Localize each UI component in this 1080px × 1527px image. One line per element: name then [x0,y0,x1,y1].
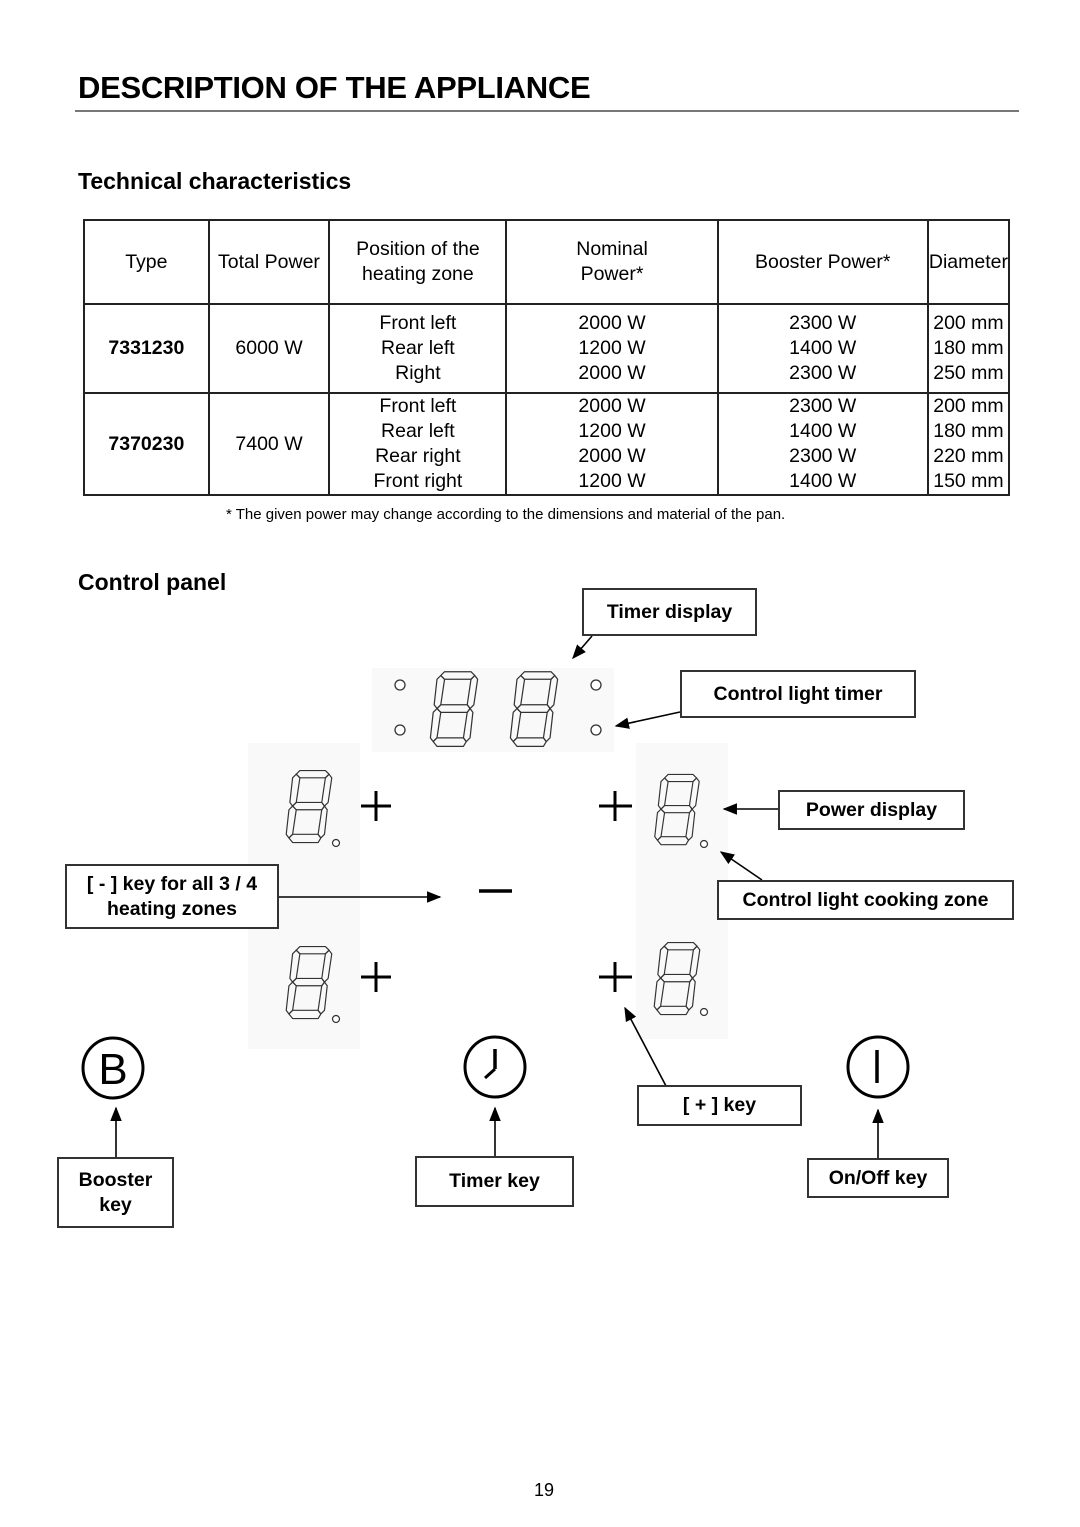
timer-digit-1 [429,671,479,747]
label-control-light-timer: Control light timer [680,670,916,718]
label-minus-key: [ - ] key for all 3 / 4 heating zones [65,864,279,929]
plus-key-front-left [361,962,391,992]
power-display-front-left [285,945,341,1024]
timer-light [590,679,602,691]
control-panel-diagram: B [81,635,910,1158]
booster-key: B [81,1036,145,1100]
page-number: 19 [534,1480,555,1500]
label-booster-key: Booster key [57,1157,174,1228]
zone-control-light [331,1014,341,1024]
onoff-key [846,1035,910,1099]
timer-digit-2 [509,671,559,747]
arrow-plus-key [624,1006,667,1087]
plus-key-rear-right [599,791,632,821]
zone-control-light [699,839,709,849]
label-timer-key: Timer key [415,1156,574,1207]
arrow-control-light-cooking-zone [719,851,763,881]
booster-key-glyph: B [98,1045,127,1094]
power-display-rear-right [654,773,709,849]
timer-light [590,724,602,736]
zone-control-light [331,838,341,848]
timer-key [463,1035,527,1099]
power-display-rear-left [285,769,341,848]
arrow-control-light-timer [614,711,681,729]
power-display-front-right [653,941,709,1017]
label-timer-display: Timer display [582,588,757,636]
timer-light [394,679,406,691]
timer-display [429,671,559,747]
label-plus-key: [ + ] key [637,1085,802,1126]
zone-control-light [699,1007,709,1017]
timer-control-lights [394,679,602,736]
label-onoff-key: On/Off key [807,1158,949,1198]
timer-light [394,724,406,736]
plus-key-rear-left [361,791,391,821]
arrow-timer-display [572,635,593,660]
plus-key-front-right [599,962,632,992]
label-control-light-cooking-zone: Control light cooking zone [717,880,1014,920]
label-power-display: Power display [778,790,965,830]
